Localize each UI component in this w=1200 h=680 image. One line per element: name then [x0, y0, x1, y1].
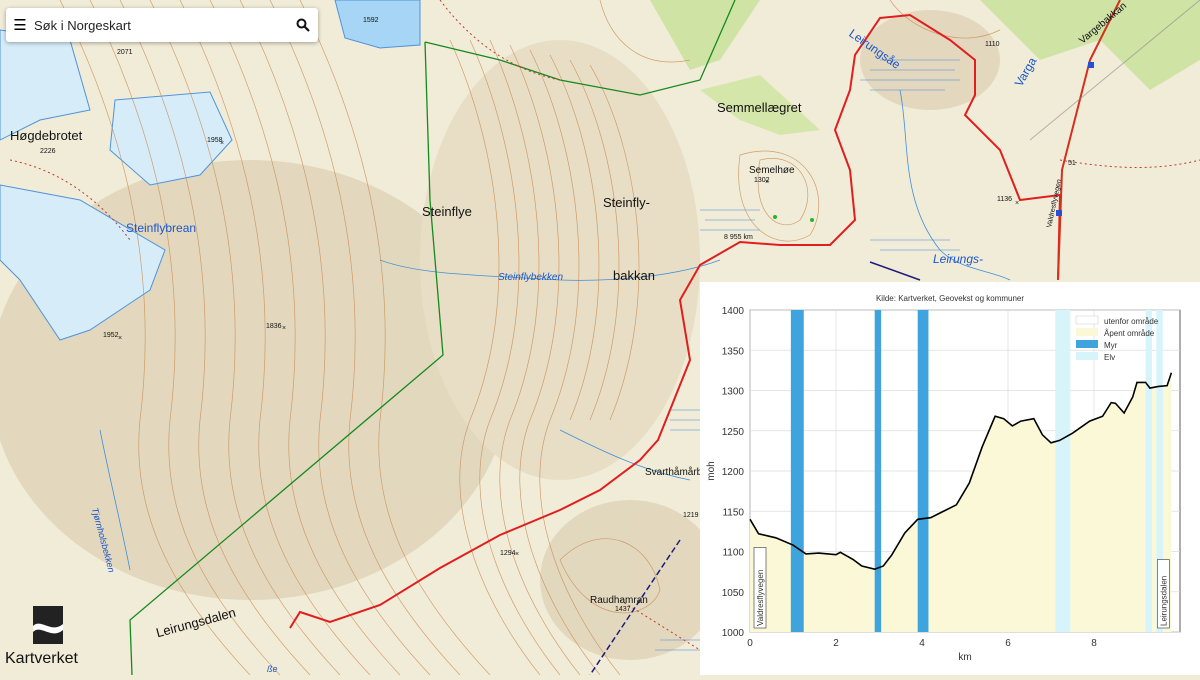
annotation-leirungsdalen: Leirungsdalen	[1159, 576, 1168, 626]
svg-text:×: ×	[282, 325, 286, 332]
x-axis-label: km	[958, 652, 971, 663]
band-elv	[1145, 310, 1153, 632]
place-bakkan: bakkan	[613, 268, 655, 283]
spot-height: 1136	[997, 196, 1013, 203]
spot-height: 1110	[985, 41, 1000, 48]
place-svarthamarb: Svarthåmårb	[645, 467, 703, 478]
svg-text:×: ×	[1015, 200, 1019, 207]
annotation-valdresflyvegen: Valdresflyvegen	[756, 570, 765, 626]
route-distance-label: 8 955 km	[724, 234, 753, 241]
spot-height: 1302	[754, 177, 770, 184]
chart-source-title: Kilde: Kartverket, Geovekst og kommuner	[875, 294, 1025, 303]
y-axis-label: moh	[706, 461, 717, 480]
elevation-chart: 1000 1050 1100 1150 1200 1250 1300 1350 1400 0 2 4 6…	[706, 306, 1181, 663]
water-label-be: ße	[267, 664, 278, 674]
legend-label: Elv	[1104, 353, 1115, 362]
band-myr	[917, 310, 929, 632]
legend-swatch	[1076, 340, 1098, 348]
x-tick-label: 4	[919, 638, 925, 649]
search-input[interactable]: Søk i Norgeskart	[34, 18, 288, 33]
spot-height: 2226	[40, 148, 56, 155]
search-bar[interactable]: ☰ Søk i Norgeskart	[6, 8, 318, 42]
legend-swatch	[1076, 352, 1098, 360]
spot-height: 1437	[615, 606, 631, 613]
lake-leirungs: Leirungs-	[933, 252, 984, 266]
kartverket-logo-text: Kartverket	[5, 650, 78, 667]
spot-height: 1836	[266, 323, 282, 330]
y-tick-label: 1300	[722, 387, 745, 398]
band-elv	[1055, 310, 1071, 632]
x-tick-label: 6	[1005, 638, 1011, 649]
y-tick-label: 1400	[722, 306, 745, 317]
y-tick-label: 1150	[722, 507, 744, 518]
place-raudhamran: Raudhamran	[590, 595, 648, 606]
place-semmellaegret: Semmellægret	[717, 100, 802, 115]
spot-height: 1219	[683, 512, 699, 519]
legend-label: utenfor område	[1104, 317, 1159, 326]
band-myr	[874, 310, 882, 632]
place-steinflye: Steinflye	[422, 204, 472, 219]
spot-height: 2071	[117, 49, 133, 56]
y-tick-label: 1100	[722, 548, 744, 559]
band-myr	[790, 310, 804, 632]
elevation-profile-panel: Kilde: Kartverket, Geovekst og kommuner …	[700, 282, 1200, 675]
spot-height: 1958	[207, 137, 223, 144]
legend-label: Myr	[1104, 341, 1118, 350]
y-tick-label: 1200	[722, 467, 745, 478]
hamburger-menu-icon[interactable]: ☰	[6, 8, 34, 42]
x-tick-label: 8	[1091, 638, 1097, 649]
x-tick-label: 0	[747, 638, 753, 649]
place-hogdebrotet: Høgdebrotet	[10, 128, 83, 143]
glacier-steinflybrean: Steinflybrean	[126, 221, 197, 235]
place-semelhoe: Semelhøe	[749, 165, 795, 176]
x-tick-label: 2	[833, 638, 839, 649]
spot-height: 1592	[363, 17, 379, 24]
spot-height: 1952	[103, 332, 119, 339]
y-tick-label: 1350	[722, 346, 745, 357]
search-icon[interactable]	[288, 8, 318, 42]
place-steinfly: Steinfly-	[603, 195, 650, 210]
kartverket-logo: Kartverket	[5, 606, 95, 670]
legend-swatch	[1075, 315, 1099, 325]
kartverket-logo-icon	[33, 606, 63, 644]
y-tick-label: 1250	[722, 427, 745, 438]
spot-height: 51	[1068, 160, 1076, 167]
spot-height: 1294	[500, 550, 516, 557]
stream-steinflybekken: Steinflybekken	[498, 272, 564, 283]
legend-swatch	[1076, 328, 1098, 336]
y-tick-label: 1000	[722, 628, 745, 639]
legend-label: Åpent område	[1104, 329, 1155, 338]
y-tick-label: 1050	[722, 588, 745, 599]
